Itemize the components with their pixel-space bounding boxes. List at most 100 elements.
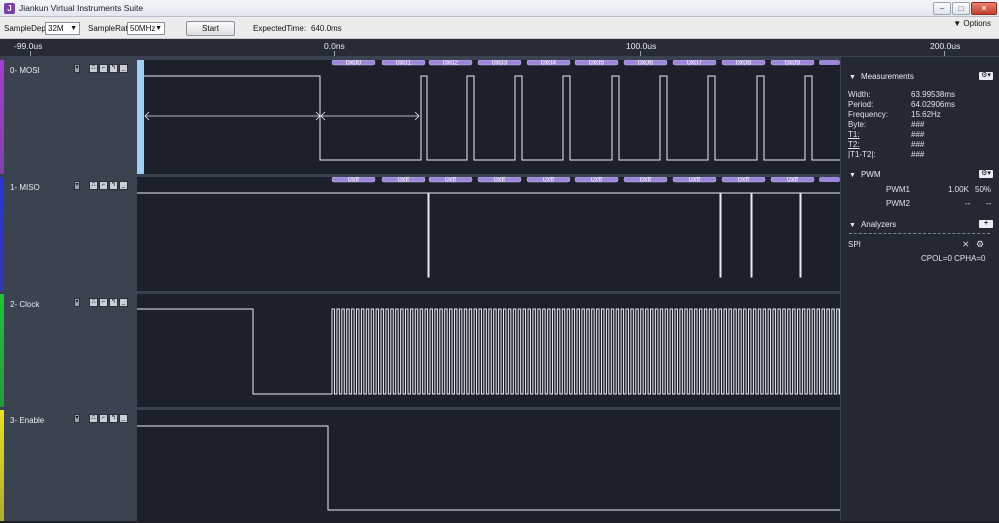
decode-label: 0xff — [348, 177, 359, 184]
waveform-enable-svg — [137, 425, 840, 511]
sample-rate-select[interactable]: 50MHz ▼ — [127, 22, 165, 35]
analyzers-header[interactable]: ▼ Analyzers — [849, 220, 896, 229]
close-button[interactable]: ✕ — [971, 2, 997, 15]
decode-label: 0xff — [689, 177, 700, 184]
measurement-value: ### — [911, 150, 925, 159]
chevron-down-icon: ▼ — [70, 25, 77, 32]
measurement-label: |T1-T2|: — [848, 150, 876, 159]
gear-icon[interactable]: ⚙▾ — [979, 170, 993, 178]
decode-box — [819, 60, 840, 65]
edge-trigger-icon[interactable]: ⎍ — [89, 298, 98, 307]
measurement-label: T1: — [848, 130, 860, 139]
decode-label: 0xff — [543, 177, 554, 184]
close-icon[interactable]: ⨯ — [962, 239, 970, 250]
ruler-tick-mark — [334, 51, 335, 56]
pwm2-duty[interactable]: -- — [986, 199, 991, 208]
triangle-down-icon: ▼ — [849, 74, 856, 81]
ruler-tick: -99.0us — [14, 41, 43, 51]
channel-color-bar — [0, 294, 4, 407]
decode-box — [819, 177, 840, 182]
decode-label: 0xff — [445, 177, 456, 184]
measurements-header[interactable]: ▼ Measurements — [849, 72, 914, 81]
channel-color-bar — [0, 410, 4, 521]
measurement-label: T2: — [848, 140, 860, 149]
time-ruler[interactable]: -99.0us 0.0ns 100.0us 200.0us — [0, 39, 999, 57]
channel-header-miso: 1- MISO ▾ ⎍ ⌐ ↰ _ — [0, 177, 137, 291]
rising-edge-icon[interactable]: ↰ — [109, 181, 118, 190]
app-logo-icon: J — [4, 3, 15, 14]
edge-trigger-icon[interactable]: ⎍ — [89, 181, 98, 190]
mosi-trace — [144, 75, 840, 161]
measurement-value: ### — [911, 130, 925, 139]
channel-label: 3- Enable — [10, 416, 45, 425]
falling-edge-icon[interactable]: ⌐ — [99, 181, 108, 190]
add-analyzer-button[interactable]: + — [979, 220, 993, 228]
ruler-tick: 0.0ns — [324, 41, 345, 51]
gear-icon[interactable]: ⚙ — [976, 239, 984, 250]
pwm2-name: PWM2 — [886, 199, 910, 208]
channel-dropdown-button[interactable]: ▾ — [74, 414, 80, 423]
cursor-marker — [137, 60, 144, 174]
falling-edge-icon[interactable]: ⌐ — [99, 298, 108, 307]
window-title: Jiankun Virtual Instruments Suite — [19, 3, 144, 13]
decode-label: 0x03 — [492, 60, 507, 67]
channel-dropdown-button[interactable]: ▾ — [74, 181, 80, 190]
waveform-enable[interactable] — [137, 410, 840, 521]
analyzers-title: Analyzers — [860, 220, 897, 229]
ruler-tick-mark — [640, 51, 641, 56]
low-level-icon[interactable]: _ — [119, 181, 128, 190]
triangle-down-icon: ▼ — [849, 222, 856, 229]
maximize-button[interactable]: □ — [952, 2, 970, 15]
pwm-header[interactable]: ▼ PWM — [849, 170, 881, 179]
channel-controls: ▾ ⎍ ⌐ ↰ _ — [74, 64, 129, 73]
channel-controls: ▾ ⎍ ⌐ ↰ _ — [74, 298, 129, 307]
low-level-icon[interactable]: _ — [119, 64, 128, 73]
chevron-down-icon: ▼ — [155, 25, 162, 32]
decode-label: 0x04 — [541, 60, 556, 67]
divider — [849, 233, 990, 234]
rising-edge-icon[interactable]: ↰ — [109, 414, 118, 423]
pwm-title: PWM — [860, 170, 881, 179]
falling-edge-icon[interactable]: ⌐ — [99, 414, 108, 423]
title-bar: J Jiankun Virtual Instruments Suite – □ … — [0, 0, 999, 17]
pwm2-freq[interactable]: -- — [965, 199, 970, 208]
sample-depth-select[interactable]: 32M ▼ — [45, 22, 80, 35]
measurement-value: ### — [911, 120, 925, 129]
channel-label: 0- MOSI — [10, 66, 40, 75]
ruler-tick-mark — [30, 51, 31, 56]
gear-icon[interactable]: ⚙▾ — [979, 72, 993, 80]
start-button[interactable]: Start — [186, 21, 235, 36]
channel-dropdown-button[interactable]: ▾ — [74, 298, 80, 307]
options-label: Options — [963, 19, 991, 28]
options-menu[interactable]: ▼ Options — [953, 19, 991, 28]
ruler-tick: 200.0us — [930, 41, 961, 51]
channel-header-clock: 2- Clock ▾ ⎍ ⌐ ↰ _ — [0, 294, 137, 407]
edge-trigger-icon[interactable]: ⎍ — [89, 414, 98, 423]
spi-config: CPOL=0 CPHA=0 — [921, 254, 986, 263]
waveform-miso-svg: 0xff 0xff 0xff 0xff 0xff 0xff 0xff 0xff 0xff 0xff — [137, 177, 840, 278]
pwm1-name: PWM1 — [886, 185, 910, 194]
rising-edge-icon[interactable]: ↰ — [109, 64, 118, 73]
decode-label: 0xff — [787, 177, 798, 184]
rising-edge-icon[interactable]: ↰ — [109, 298, 118, 307]
pwm1-duty[interactable]: 50% — [975, 185, 991, 194]
channel-dropdown-button[interactable]: ▾ — [74, 64, 80, 73]
waveform-miso[interactable]: 0xff 0xff 0xff 0xff 0xff 0xff 0xff 0xff 0xff 0xff — [137, 177, 840, 291]
sample-rate-value: 50MHz — [130, 24, 156, 33]
decode-label: 0x08 — [736, 60, 751, 67]
waveform-clock[interactable] — [137, 294, 841, 407]
low-level-icon[interactable]: _ — [119, 298, 128, 307]
falling-edge-icon[interactable]: ⌐ — [99, 64, 108, 73]
measurements-title: Measurements — [860, 72, 914, 81]
decode-label: 0x02 — [443, 60, 458, 67]
sample-depth-value: 32M — [48, 24, 64, 33]
measurement-value: 15.62Hz — [911, 110, 941, 119]
edge-trigger-icon[interactable]: ⎍ — [89, 64, 98, 73]
pwm1-freq[interactable]: 1.00K — [948, 185, 969, 194]
minimize-button[interactable]: – — [933, 2, 951, 15]
low-level-icon[interactable]: _ — [119, 414, 128, 423]
ruler-tick-mark — [944, 51, 945, 56]
measurement-value: 64.02906ms — [911, 100, 956, 109]
waveform-mosi[interactable]: 0x00 0x01 0x02 0x03 0x04 0x05 0x06 0x07 0x08 0x09 — [137, 60, 840, 174]
waveform-mosi-svg: 0x00 0x01 0x02 0x03 0x04 0x05 0x06 0x07 0x08 0x09 — [137, 60, 840, 174]
